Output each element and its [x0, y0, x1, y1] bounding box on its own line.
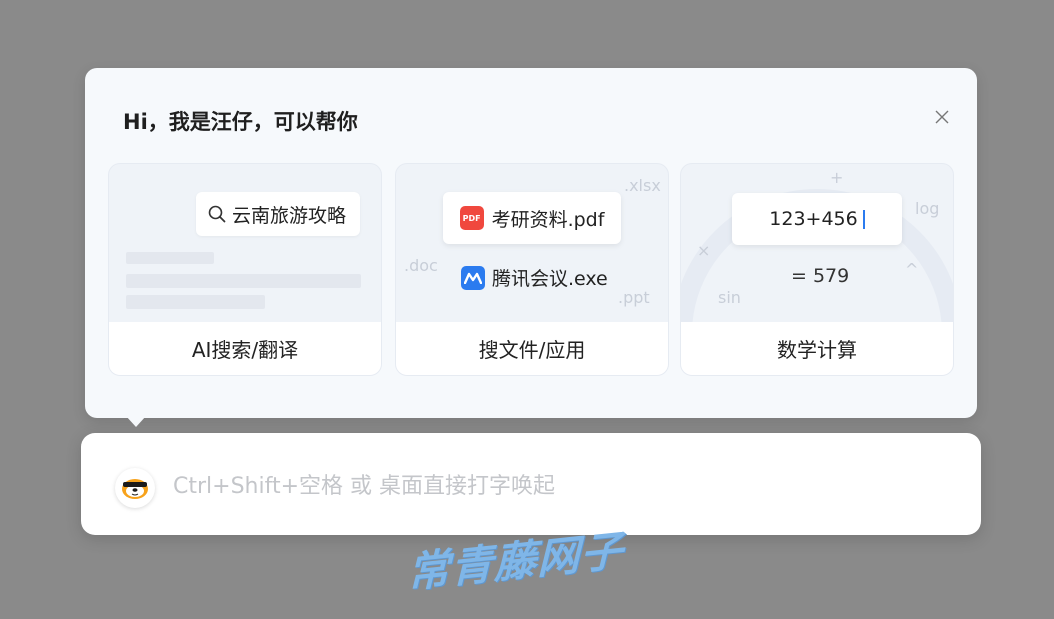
- ghost-ext: .ppt: [618, 288, 650, 307]
- assistant-panel: Hi，我是汪仔，可以帮你 云南旅游攻略 AI搜索/翻译 .xlsx .doc .: [85, 68, 977, 418]
- ghost-symbol: ×: [697, 241, 711, 260]
- close-icon: [935, 110, 949, 124]
- file-example-pdf: PDF 考研资料.pdf: [443, 192, 621, 244]
- ghost-symbol: sin: [718, 288, 741, 307]
- file-name: 腾讯会议.exe: [492, 268, 608, 290]
- skeleton-line: [126, 274, 361, 288]
- wangzai-avatar-icon[interactable]: [115, 468, 155, 508]
- card-ai-search[interactable]: 云南旅游攻略 AI搜索/翻译: [108, 163, 382, 376]
- card-math[interactable]: + log × ^ sin 123+456 = 579 数学计算: [680, 163, 954, 376]
- skeleton-line: [126, 252, 214, 264]
- text-caret: [862, 209, 865, 229]
- pdf-icon: PDF: [459, 206, 484, 230]
- file-example-exe: 腾讯会议.exe: [461, 264, 608, 291]
- card-label: AI搜索/翻译: [109, 322, 381, 375]
- greeting-title: Hi，我是汪仔，可以帮你: [123, 110, 358, 134]
- expression-text: 123+456: [769, 208, 858, 230]
- ghost-symbol: log: [915, 199, 940, 218]
- ghost-ext: .doc: [404, 256, 438, 275]
- card-preview: .xlsx .doc .ppt PDF 考研资料.pdf 腾讯会议.exe: [396, 164, 668, 322]
- close-button[interactable]: [929, 104, 955, 130]
- file-name: 考研资料.pdf: [491, 208, 605, 231]
- card-label: 数学计算: [681, 322, 953, 375]
- calc-expression: 123+456: [732, 193, 902, 245]
- card-label: 搜文件/应用: [396, 322, 668, 375]
- input-bar: [81, 433, 981, 535]
- card-file-search[interactable]: .xlsx .doc .ppt PDF 考研资料.pdf 腾讯会议.exe 搜文…: [395, 163, 669, 376]
- tencent-meeting-icon: [461, 265, 485, 290]
- search-example: 云南旅游攻略: [196, 192, 361, 236]
- search-icon: [208, 205, 226, 223]
- card-preview: + log × ^ sin 123+456 = 579: [681, 164, 953, 322]
- panel-pointer: [126, 416, 146, 427]
- ghost-symbol: +: [830, 168, 844, 187]
- skeleton-line: [126, 295, 265, 309]
- calc-result: = 579: [791, 265, 850, 287]
- card-preview: 云南旅游攻略: [109, 164, 381, 322]
- ghost-ext: .xlsx: [624, 176, 661, 195]
- assistant-input[interactable]: [171, 463, 935, 509]
- ghost-symbol: ^: [905, 260, 919, 279]
- search-example-text: 云南旅游攻略: [232, 204, 347, 227]
